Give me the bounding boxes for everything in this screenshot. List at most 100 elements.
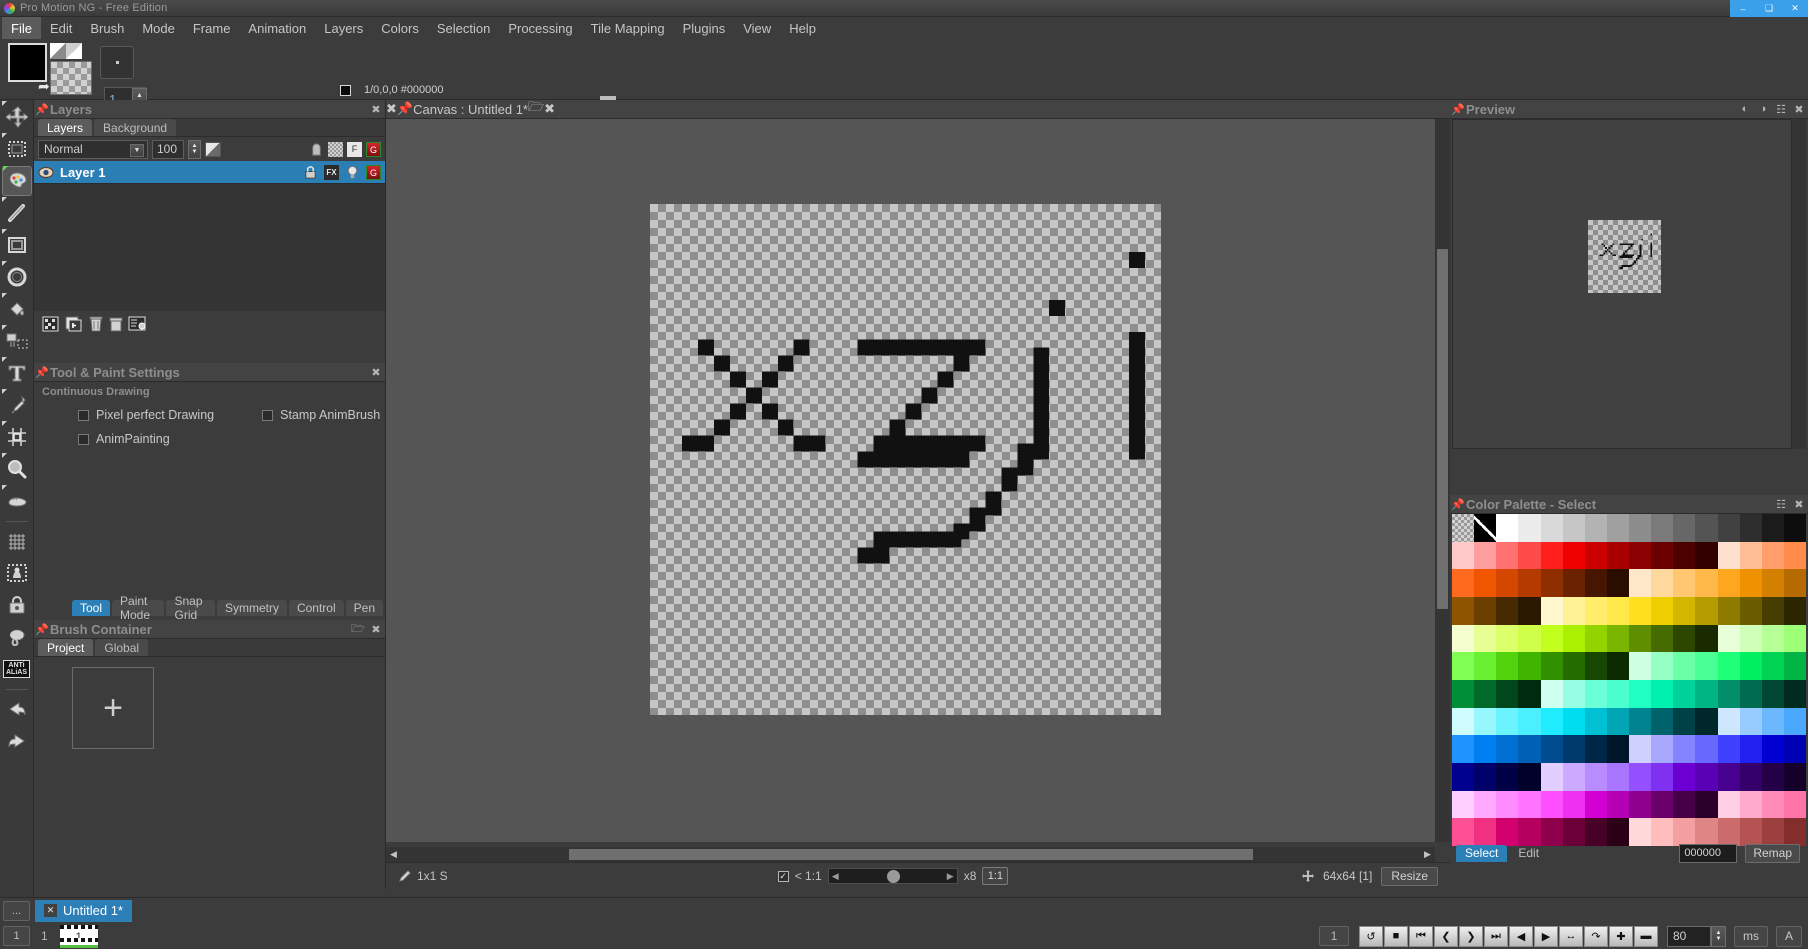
- palette-swatch[interactable]: [1606, 652, 1629, 680]
- zoom-slider[interactable]: ◀ ▶: [827, 868, 958, 884]
- lock-icon[interactable]: [303, 165, 318, 180]
- palette-swatch[interactable]: [1496, 514, 1519, 542]
- palette-swatch[interactable]: [1651, 596, 1674, 625]
- palette-swatch[interactable]: [1717, 569, 1740, 597]
- palette-swatch[interactable]: [1695, 762, 1718, 791]
- eye-icon[interactable]: [38, 166, 54, 179]
- palette-swatch[interactable]: [1518, 735, 1541, 763]
- palette-swatch[interactable]: [1562, 569, 1585, 597]
- palette-swatch[interactable]: [1651, 514, 1674, 542]
- palette-swatch[interactable]: [1606, 790, 1629, 819]
- chevron-down-icon[interactable]: ▼: [130, 143, 144, 157]
- duplicate-layer-icon[interactable]: [42, 315, 60, 333]
- menu-item-view[interactable]: View: [734, 17, 780, 39]
- palette-swatch[interactable]: [1540, 707, 1563, 736]
- antialias-tool[interactable]: ANTi ALiAS: [2, 654, 32, 684]
- palette-swatch[interactable]: [1695, 624, 1718, 653]
- palette-swatch[interactable]: [1474, 762, 1497, 791]
- palette-swatch[interactable]: [1739, 514, 1762, 542]
- palette-swatch[interactable]: [1452, 652, 1475, 680]
- zoom-increase-icon[interactable]: ▶: [947, 871, 954, 882]
- tab-snap-grid[interactable]: Snap Grid: [166, 594, 215, 622]
- undo-tool[interactable]: [2, 694, 32, 724]
- palette-swatch[interactable]: [1540, 679, 1563, 708]
- palette-swatch[interactable]: [1783, 707, 1806, 736]
- add-frame-icon[interactable]: ✚: [1608, 925, 1633, 947]
- palette-swatch[interactable]: [1761, 790, 1784, 819]
- palette-swatch[interactable]: [1717, 596, 1740, 625]
- palette-swatch[interactable]: [1717, 790, 1740, 819]
- palette-swatch[interactable]: [1496, 596, 1519, 625]
- document-menu-button[interactable]: ...: [3, 900, 30, 921]
- blend-mode-select[interactable]: Normal ▼: [38, 139, 148, 159]
- play-reverse-icon[interactable]: ◐: [1736, 103, 1754, 115]
- palette-swatch[interactable]: [1739, 541, 1762, 570]
- redo-tool[interactable]: [2, 726, 32, 756]
- loop-icon[interactable]: ↺: [1358, 925, 1383, 947]
- palette-swatch[interactable]: [1739, 652, 1762, 680]
- palette-swatch[interactable]: [1474, 541, 1497, 570]
- tab-select[interactable]: Select: [1456, 844, 1508, 862]
- palette-swatch[interactable]: [1761, 541, 1784, 570]
- tab-control[interactable]: Control: [288, 600, 344, 616]
- next-keyframe-icon[interactable]: ❯: [1458, 925, 1483, 947]
- gradient-tile-tool[interactable]: [1, 325, 32, 356]
- palette-swatch[interactable]: [1717, 735, 1740, 763]
- palette-swatch[interactable]: [1673, 790, 1696, 819]
- close-button[interactable]: ✕: [1782, 0, 1808, 17]
- canvas-restore-icon[interactable]: ✖: [386, 101, 397, 117]
- palette-swatch[interactable]: [1783, 596, 1806, 625]
- palette-swatch[interactable]: [1739, 735, 1762, 763]
- menu-item-colors[interactable]: Colors: [372, 17, 428, 39]
- palette-swatch[interactable]: [1474, 707, 1497, 736]
- palette-swatch[interactable]: [1452, 735, 1475, 763]
- palette-swatch[interactable]: [1673, 624, 1696, 653]
- palette-swatch[interactable]: [1717, 707, 1740, 736]
- palette-swatch[interactable]: [1629, 541, 1652, 570]
- palette-swatch[interactable]: [1540, 541, 1563, 570]
- palette-swatch[interactable]: [1606, 596, 1629, 625]
- pin-icon[interactable]: 📌: [397, 101, 413, 117]
- palette-swatch[interactable]: [1717, 514, 1740, 542]
- palette-swatch[interactable]: [1540, 735, 1563, 763]
- palette-swatch[interactable]: [1496, 624, 1519, 653]
- palette-swatch[interactable]: [1783, 541, 1806, 570]
- line-tool[interactable]: [1, 197, 32, 228]
- palette-swatch[interactable]: [1761, 679, 1784, 708]
- palette-swatch[interactable]: [1695, 569, 1718, 597]
- palette-swatch[interactable]: [1474, 569, 1497, 597]
- palette-swatch[interactable]: [1562, 541, 1585, 570]
- bulb-icon[interactable]: [345, 165, 360, 180]
- palette-swatch[interactable]: [1518, 596, 1541, 625]
- palette-swatch[interactable]: [1739, 569, 1762, 597]
- gradient-checkbox[interactable]: [340, 84, 351, 96]
- maximize-button[interactable]: ❑: [1756, 0, 1782, 17]
- palette-swatch[interactable]: [1562, 762, 1585, 791]
- palette-swatch[interactable]: [1562, 596, 1585, 625]
- fill-bucket-tool[interactable]: [1, 293, 32, 324]
- palette-swatch[interactable]: [1496, 541, 1519, 570]
- menu-item-plugins[interactable]: Plugins: [674, 17, 735, 39]
- tab-edit[interactable]: Edit: [1509, 845, 1548, 862]
- list-icon[interactable]: ☷: [1772, 498, 1790, 511]
- delay-unit-button[interactable]: ms: [1733, 925, 1768, 947]
- scroll-left-icon[interactable]: ◀: [386, 849, 401, 860]
- palette-swatch[interactable]: [1562, 790, 1585, 819]
- menu-item-selection[interactable]: Selection: [428, 17, 499, 39]
- fit-zoom-checkbox[interactable]: ✓: [777, 870, 789, 882]
- canvas-horizontal-scrollbar[interactable]: ◀ ▶: [386, 847, 1435, 862]
- palette-swatch[interactable]: [1540, 762, 1563, 791]
- menu-item-tile-mapping[interactable]: Tile Mapping: [582, 17, 674, 39]
- palette-swatch[interactable]: [1584, 514, 1607, 542]
- palette-swatch[interactable]: [1761, 735, 1784, 763]
- lock-tool[interactable]: [2, 590, 32, 620]
- palette-swatch[interactable]: [1783, 790, 1806, 819]
- resize-button[interactable]: Resize: [1381, 866, 1438, 886]
- menu-item-processing[interactable]: Processing: [499, 17, 581, 39]
- pin-icon[interactable]: 📌: [34, 623, 50, 636]
- palette-swatch[interactable]: [1474, 790, 1497, 819]
- list-icon[interactable]: ☷: [1772, 103, 1790, 116]
- palette-swatch[interactable]: [1651, 790, 1674, 819]
- text-tool[interactable]: [1, 357, 32, 388]
- zoom-decrease-icon[interactable]: ◀: [832, 871, 839, 882]
